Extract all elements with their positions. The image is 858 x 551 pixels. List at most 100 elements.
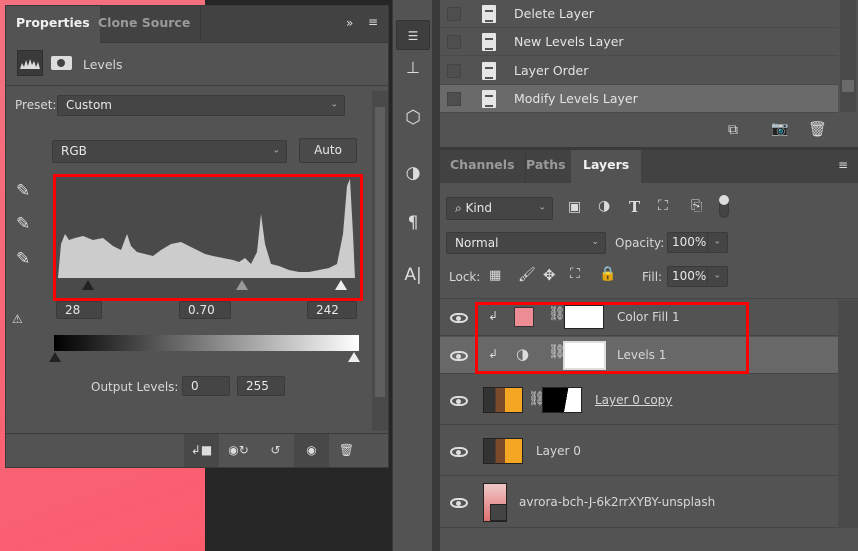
- history-item-active[interactable]: Modify Levels Layer: [440, 85, 838, 113]
- camera-icon[interactable]: 📷: [771, 121, 788, 137]
- eye-icon[interactable]: [450, 396, 468, 406]
- eye-icon[interactable]: [450, 498, 468, 508]
- black-eyedropper-icon[interactable]: ✎: [16, 181, 30, 201]
- filter-kind-dropdown[interactable]: ⌕ Kind ⌄: [446, 197, 553, 220]
- adjustment-circle-icon[interactable]: ◑: [396, 160, 430, 186]
- layer-row-layer-0[interactable]: Layer 0: [440, 426, 838, 476]
- trash-icon[interactable]: 🗑: [329, 434, 364, 467]
- eye-icon[interactable]: [450, 447, 468, 457]
- color-fill-swatch[interactable]: [514, 307, 534, 327]
- snapshot-checkbox[interactable]: [447, 35, 461, 49]
- clone-stamp-source-icon[interactable]: ⊥: [396, 55, 430, 81]
- fill-field[interactable]: 100% ⌄: [667, 266, 728, 287]
- tab-layers[interactable]: Layers: [571, 150, 642, 183]
- layer-row-color-fill[interactable]: ↲ ⛓ Color Fill 1: [440, 300, 838, 336]
- layer-thumbnail[interactable]: [483, 483, 507, 522]
- eye-icon[interactable]: [450, 351, 468, 361]
- layer-row-levels[interactable]: ↲ ◑ ⛓ Levels 1: [440, 337, 838, 374]
- lock-position-icon[interactable]: ✥: [543, 266, 556, 284]
- search-icon: ⌕: [455, 201, 466, 215]
- 3d-cube-icon[interactable]: ⬡: [396, 105, 430, 131]
- filter-smart-object-icon[interactable]: ⎘: [691, 198, 702, 214]
- snapshot-checkbox[interactable]: [447, 7, 461, 21]
- layer-name[interactable]: avrora-bch-J-6k2rrXYBY-unsplash: [519, 495, 715, 509]
- layer-mask-thumbnail[interactable]: [564, 305, 604, 329]
- trash-icon[interactable]: 🗑: [808, 120, 827, 138]
- input-black-field[interactable]: 28: [56, 301, 102, 319]
- output-black-field[interactable]: 0: [182, 376, 230, 396]
- white-eyedropper-icon[interactable]: ✎: [16, 249, 30, 269]
- mask-icon[interactable]: [51, 56, 72, 70]
- character-icon[interactable]: A|: [396, 262, 430, 288]
- clipping-arrow-icon: ↲: [488, 347, 499, 361]
- output-black-slider[interactable]: [49, 352, 61, 362]
- filter-adjustment-icon[interactable]: ◑: [598, 198, 610, 214]
- levels-adjustment-icon[interactable]: [17, 50, 43, 76]
- lock-transparent-pixels-icon[interactable]: ▦: [489, 268, 501, 283]
- layer-mask-thumbnail[interactable]: [542, 387, 582, 413]
- tab-paths[interactable]: Paths: [516, 150, 576, 183]
- eye-icon[interactable]: [450, 313, 468, 323]
- filter-type-icon[interactable]: T: [629, 198, 640, 216]
- blend-mode-dropdown[interactable]: Normal ⌄: [446, 232, 606, 254]
- clipping-warning-icon[interactable]: ⚠: [12, 312, 23, 326]
- reset-icon[interactable]: ↺: [258, 434, 293, 467]
- tab-channels[interactable]: Channels: [440, 150, 526, 183]
- panel-menu-icon[interactable]: ≡: [368, 15, 378, 29]
- layer-mask-thumbnail[interactable]: [563, 341, 606, 370]
- tab-properties[interactable]: Properties: [6, 6, 100, 43]
- new-document-from-state-icon[interactable]: ⧉: [728, 122, 738, 138]
- input-white-field[interactable]: 242: [307, 301, 357, 319]
- collapse-icon[interactable]: »: [346, 16, 353, 30]
- preset-value: Custom: [66, 98, 112, 112]
- history-item[interactable]: Delete Layer: [440, 0, 838, 28]
- visibility-icon[interactable]: ◉: [294, 434, 329, 467]
- layer-row-layer-0-copy[interactable]: ⛓ Layer 0 copy: [440, 375, 838, 425]
- snapshot-checkbox[interactable]: [447, 92, 461, 106]
- history-item[interactable]: Layer Order: [440, 57, 838, 85]
- layer-thumbnail[interactable]: [483, 438, 523, 464]
- layers-scrollbar[interactable]: [838, 300, 858, 528]
- layer-name[interactable]: Layer 0: [536, 444, 581, 458]
- chevron-down-icon[interactable]: ⌄: [707, 266, 721, 286]
- layer-thumbnail[interactable]: [483, 387, 523, 413]
- channel-dropdown[interactable]: RGB ⌄: [52, 140, 287, 163]
- layer-name[interactable]: Levels 1: [617, 348, 666, 362]
- gray-eyedropper-icon[interactable]: ✎: [16, 214, 30, 234]
- paragraph-icon[interactable]: ¶: [396, 210, 430, 236]
- input-gamma-field[interactable]: 0.70: [179, 301, 231, 319]
- adjustments-sliders-icon[interactable]: ☰: [396, 20, 430, 50]
- black-point-slider[interactable]: [82, 280, 94, 290]
- history-scrollbar[interactable]: [840, 0, 856, 112]
- chevron-down-icon: ⌄: [330, 99, 338, 110]
- filter-toggle[interactable]: [719, 195, 729, 218]
- smart-object-icon: [490, 504, 507, 521]
- filter-pixel-icon[interactable]: ▣: [568, 199, 581, 215]
- opacity-field[interactable]: 100% ⌄: [667, 232, 728, 253]
- white-point-slider[interactable]: [335, 280, 347, 290]
- view-previous-state-icon[interactable]: ◉↻: [221, 434, 256, 467]
- history-item[interactable]: New Levels Layer: [440, 28, 838, 56]
- layer-name[interactable]: Layer 0 copy: [595, 393, 672, 407]
- layer-row-smart-object[interactable]: avrora-bch-J-6k2rrXYBY-unsplash: [440, 477, 838, 528]
- preset-dropdown[interactable]: Custom ⌄: [57, 95, 345, 116]
- filter-shape-icon[interactable]: ⛶: [658, 198, 668, 214]
- output-white-field[interactable]: 255: [237, 376, 285, 396]
- lock-artboard-icon[interactable]: ⛶: [570, 266, 580, 282]
- panel-menu-icon[interactable]: ≡: [838, 158, 848, 172]
- scrollbar[interactable]: [372, 91, 388, 431]
- output-white-slider[interactable]: [348, 352, 360, 362]
- gamma-slider[interactable]: [236, 280, 248, 290]
- snapshot-checkbox[interactable]: [447, 64, 461, 78]
- auto-button[interactable]: Auto: [299, 138, 357, 163]
- history-state-icon: [482, 5, 496, 23]
- preset-label: Preset:: [15, 98, 57, 112]
- lock-image-pixels-icon[interactable]: 🖌: [518, 267, 536, 283]
- tool-icon-column: ☰ ⊥ ⬡ ◑ ¶ A|: [392, 0, 432, 551]
- clip-to-layer-icon[interactable]: ↲■: [184, 434, 219, 467]
- history-item-label: New Levels Layer: [514, 34, 624, 49]
- lock-all-icon[interactable]: 🔒: [599, 266, 616, 282]
- chevron-down-icon[interactable]: ⌄: [707, 232, 721, 252]
- tab-clone-source[interactable]: Clone Source: [88, 6, 202, 43]
- layer-name[interactable]: Color Fill 1: [617, 310, 680, 324]
